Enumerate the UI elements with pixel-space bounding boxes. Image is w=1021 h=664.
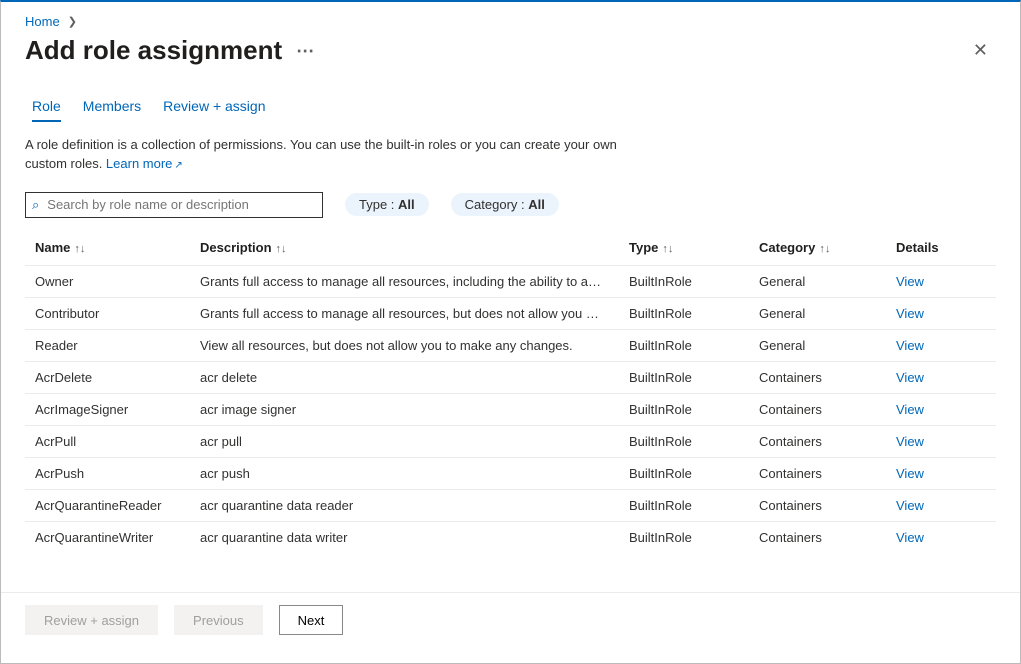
cell-name: AcrImageSigner (25, 393, 190, 425)
horizontal-scrollbar[interactable] (1, 647, 1020, 663)
next-button[interactable]: Next (279, 605, 344, 635)
table-row[interactable]: AcrPullacr pullBuiltInRoleContainersView (25, 425, 996, 457)
chevron-right-icon: ❯ (68, 15, 77, 28)
cell-type: BuiltInRole (619, 265, 749, 297)
col-header-category[interactable]: Category↑↓ (749, 232, 886, 266)
breadcrumb-home[interactable]: Home (25, 14, 60, 29)
description-text: A role definition is a collection of per… (25, 136, 645, 174)
search-input[interactable] (45, 196, 316, 213)
cell-type: BuiltInRole (619, 457, 749, 489)
filter-category-label: Category : (465, 197, 529, 212)
cell-type: BuiltInRole (619, 297, 749, 329)
view-link[interactable]: View (886, 521, 996, 553)
cell-name: Owner (25, 265, 190, 297)
cell-category: General (749, 297, 886, 329)
cell-name: AcrPull (25, 425, 190, 457)
close-icon[interactable]: ✕ (965, 36, 996, 65)
table-row[interactable]: AcrQuarantineReaderacr quarantine data r… (25, 489, 996, 521)
filter-type-value: All (398, 197, 415, 212)
filter-row: ⌕ Type : All Category : All (25, 192, 996, 218)
view-link[interactable]: View (886, 329, 996, 361)
tab-review-assign[interactable]: Review + assign (163, 98, 265, 122)
external-link-icon: ↗ (174, 160, 182, 171)
more-actions-icon[interactable]: ⋯ (296, 42, 315, 60)
cell-description: acr quarantine data reader (190, 489, 619, 521)
view-link[interactable]: View (886, 489, 996, 521)
cell-name: AcrPush (25, 457, 190, 489)
cell-description: acr push (190, 457, 619, 489)
sort-icon: ↑↓ (662, 243, 673, 255)
footer-bar: Review + assign Previous Next (1, 592, 1020, 647)
cell-category: Containers (749, 489, 886, 521)
view-link[interactable]: View (886, 425, 996, 457)
cell-type: BuiltInRole (619, 425, 749, 457)
cell-description: Grants full access to manage all resourc… (190, 265, 619, 297)
table-row[interactable]: AcrImageSigneracr image signerBuiltInRol… (25, 393, 996, 425)
cell-type: BuiltInRole (619, 361, 749, 393)
col-header-details: Details (886, 232, 996, 266)
table-row[interactable]: AcrQuarantineWriteracr quarantine data w… (25, 521, 996, 553)
page-header: Add role assignment ⋯ ✕ (1, 35, 1020, 70)
col-header-type[interactable]: Type↑↓ (619, 232, 749, 266)
main-scroll-area[interactable]: Role Members Review + assign A role defi… (1, 70, 1020, 592)
search-icon: ⌕ (32, 197, 39, 213)
previous-button: Previous (174, 605, 263, 635)
cell-category: Containers (749, 425, 886, 457)
cell-category: Containers (749, 393, 886, 425)
filter-category-value: All (528, 197, 545, 212)
cell-category: General (749, 265, 886, 297)
col-header-name[interactable]: Name↑↓ (25, 232, 190, 266)
view-link[interactable]: View (886, 297, 996, 329)
filter-category[interactable]: Category : All (451, 193, 559, 216)
cell-category: General (749, 329, 886, 361)
filter-type-label: Type : (359, 197, 398, 212)
cell-category: Containers (749, 521, 886, 553)
tab-bar: Role Members Review + assign (32, 98, 996, 122)
cell-type: BuiltInRole (619, 393, 749, 425)
learn-more-link[interactable]: Learn more↗ (106, 156, 183, 171)
cell-type: BuiltInRole (619, 329, 749, 361)
breadcrumb: Home ❯ (1, 2, 1020, 35)
cell-description: acr image signer (190, 393, 619, 425)
cell-name: Contributor (25, 297, 190, 329)
table-row[interactable]: AcrDeleteacr deleteBuiltInRoleContainers… (25, 361, 996, 393)
sort-icon: ↑↓ (819, 243, 830, 255)
cell-description: Grants full access to manage all resourc… (190, 297, 619, 329)
tab-role[interactable]: Role (32, 98, 61, 122)
sort-icon: ↑↓ (276, 243, 287, 255)
tab-members[interactable]: Members (83, 98, 141, 122)
search-input-wrapper[interactable]: ⌕ (25, 192, 323, 218)
view-link[interactable]: View (886, 265, 996, 297)
page-title: Add role assignment (25, 35, 282, 66)
table-row[interactable]: AcrPushacr pushBuiltInRoleContainersView (25, 457, 996, 489)
view-link[interactable]: View (886, 457, 996, 489)
table-row[interactable]: ReaderView all resources, but does not a… (25, 329, 996, 361)
table-row[interactable]: OwnerGrants full access to manage all re… (25, 265, 996, 297)
cell-category: Containers (749, 361, 886, 393)
roles-table: Name↑↓ Description↑↓ Type↑↓ Category↑↓ D… (25, 232, 996, 553)
cell-description: acr delete (190, 361, 619, 393)
cell-category: Containers (749, 457, 886, 489)
table-row[interactable]: ContributorGrants full access to manage … (25, 297, 996, 329)
view-link[interactable]: View (886, 361, 996, 393)
cell-type: BuiltInRole (619, 521, 749, 553)
cell-description: acr pull (190, 425, 619, 457)
view-link[interactable]: View (886, 393, 996, 425)
cell-name: AcrQuarantineWriter (25, 521, 190, 553)
cell-description: acr quarantine data writer (190, 521, 619, 553)
cell-name: Reader (25, 329, 190, 361)
review-assign-button: Review + assign (25, 605, 158, 635)
col-header-description[interactable]: Description↑↓ (190, 232, 619, 266)
filter-type[interactable]: Type : All (345, 193, 429, 216)
cell-name: AcrDelete (25, 361, 190, 393)
cell-name: AcrQuarantineReader (25, 489, 190, 521)
cell-type: BuiltInRole (619, 489, 749, 521)
cell-description: View all resources, but does not allow y… (190, 329, 619, 361)
sort-icon: ↑↓ (74, 243, 85, 255)
